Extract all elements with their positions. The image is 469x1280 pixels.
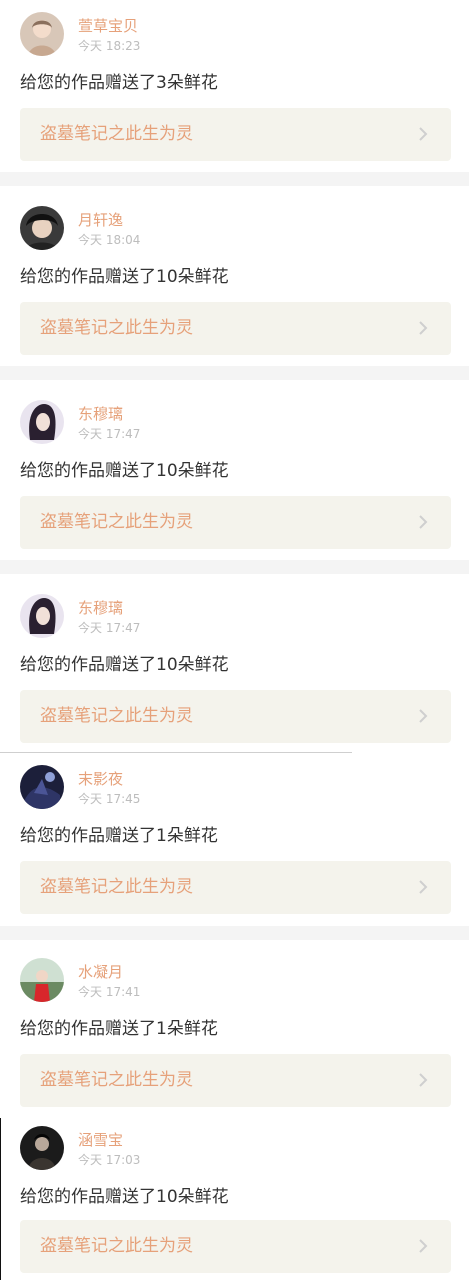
chevron-right-icon bbox=[419, 127, 428, 141]
card-separator bbox=[0, 926, 469, 940]
notification-card: 东穆璃 今天 17:47 给您的作品赠送了10朵鲜花 盗墓笔记之此生为灵 bbox=[0, 574, 469, 752]
notification-card: 涵雪宝 今天 17:03 给您的作品赠送了10朵鲜花 盗墓笔记之此生为灵 bbox=[0, 1120, 469, 1280]
timestamp: 今天 17:03 bbox=[78, 1153, 141, 1167]
chevron-right-icon bbox=[419, 1073, 428, 1087]
user-avatar-icon bbox=[20, 765, 64, 809]
avatar[interactable] bbox=[20, 594, 64, 638]
gift-message: 给您的作品赠送了3朵鲜花 bbox=[20, 73, 218, 93]
user-avatar-icon bbox=[20, 958, 64, 1002]
avatar[interactable] bbox=[20, 1126, 64, 1170]
sender-name[interactable]: 水凝月 bbox=[78, 963, 123, 981]
timestamp: 今天 17:47 bbox=[78, 427, 141, 441]
chevron-right-icon bbox=[419, 709, 428, 723]
chevron-right-icon bbox=[419, 321, 428, 335]
sender-name[interactable]: 萱草宝贝 bbox=[78, 17, 138, 35]
notification-card: 萱草宝贝 今天 18:23 给您的作品赠送了3朵鲜花 盗墓笔记之此生为灵 bbox=[0, 0, 469, 172]
avatar[interactable] bbox=[20, 400, 64, 444]
timestamp: 今天 18:04 bbox=[78, 233, 141, 247]
work-title: 盗墓笔记之此生为灵 bbox=[40, 877, 193, 897]
screenshot-edge-line bbox=[0, 1118, 1, 1280]
work-title: 盗墓笔记之此生为灵 bbox=[40, 1236, 193, 1256]
sender-name[interactable]: 涵雪宝 bbox=[78, 1131, 123, 1149]
user-avatar-icon bbox=[20, 12, 64, 56]
timestamp: 今天 17:47 bbox=[78, 621, 141, 635]
work-title: 盗墓笔记之此生为灵 bbox=[40, 124, 193, 144]
work-link[interactable]: 盗墓笔记之此生为灵 bbox=[20, 861, 451, 914]
avatar[interactable] bbox=[20, 12, 64, 56]
work-link[interactable]: 盗墓笔记之此生为灵 bbox=[20, 496, 451, 549]
work-title: 盗墓笔记之此生为灵 bbox=[40, 512, 193, 532]
work-link[interactable]: 盗墓笔记之此生为灵 bbox=[20, 1054, 451, 1107]
timestamp: 今天 17:41 bbox=[78, 985, 141, 999]
work-link[interactable]: 盗墓笔记之此生为灵 bbox=[20, 302, 451, 355]
gift-message: 给您的作品赠送了10朵鲜花 bbox=[20, 1187, 229, 1207]
gift-message: 给您的作品赠送了1朵鲜花 bbox=[20, 826, 218, 846]
gift-message: 给您的作品赠送了1朵鲜花 bbox=[20, 1019, 218, 1039]
work-title: 盗墓笔记之此生为灵 bbox=[40, 706, 193, 726]
gift-message: 给您的作品赠送了10朵鲜花 bbox=[20, 655, 229, 675]
user-avatar-icon bbox=[20, 594, 64, 638]
chevron-right-icon bbox=[419, 880, 428, 894]
work-link[interactable]: 盗墓笔记之此生为灵 bbox=[20, 1220, 451, 1273]
work-link[interactable]: 盗墓笔记之此生为灵 bbox=[20, 108, 451, 161]
gift-notification-feed: 萱草宝贝 今天 18:23 给您的作品赠送了3朵鲜花 盗墓笔记之此生为灵 月轩逸… bbox=[0, 0, 469, 1280]
notification-card: 东穆璃 今天 17:47 给您的作品赠送了10朵鲜花 盗墓笔记之此生为灵 bbox=[0, 380, 469, 560]
card-separator bbox=[0, 366, 469, 380]
sender-name[interactable]: 末影夜 bbox=[78, 770, 123, 788]
sender-name[interactable]: 东穆璃 bbox=[78, 599, 123, 617]
work-link[interactable]: 盗墓笔记之此生为灵 bbox=[20, 690, 451, 743]
gift-message: 给您的作品赠送了10朵鲜花 bbox=[20, 267, 229, 287]
notification-card: 月轩逸 今天 18:04 给您的作品赠送了10朵鲜花 盗墓笔记之此生为灵 bbox=[0, 186, 469, 366]
avatar[interactable] bbox=[20, 765, 64, 809]
work-title: 盗墓笔记之此生为灵 bbox=[40, 318, 193, 338]
user-avatar-icon bbox=[20, 1126, 64, 1170]
sender-name[interactable]: 月轩逸 bbox=[78, 211, 123, 229]
avatar[interactable] bbox=[20, 206, 64, 250]
sender-name[interactable]: 东穆璃 bbox=[78, 405, 123, 423]
card-separator bbox=[0, 560, 469, 574]
user-avatar-icon bbox=[20, 400, 64, 444]
timestamp: 今天 17:45 bbox=[78, 792, 141, 806]
chevron-right-icon bbox=[419, 1239, 428, 1253]
avatar[interactable] bbox=[20, 958, 64, 1002]
user-avatar-icon bbox=[20, 206, 64, 250]
notification-card: 末影夜 今天 17:45 给您的作品赠送了1朵鲜花 盗墓笔记之此生为灵 bbox=[0, 753, 469, 926]
work-title: 盗墓笔记之此生为灵 bbox=[40, 1070, 193, 1090]
notification-card: 水凝月 今天 17:41 给您的作品赠送了1朵鲜花 盗墓笔记之此生为灵 bbox=[0, 940, 469, 1120]
gift-message: 给您的作品赠送了10朵鲜花 bbox=[20, 461, 229, 481]
timestamp: 今天 18:23 bbox=[78, 39, 141, 53]
card-separator bbox=[0, 172, 469, 186]
chevron-right-icon bbox=[419, 515, 428, 529]
